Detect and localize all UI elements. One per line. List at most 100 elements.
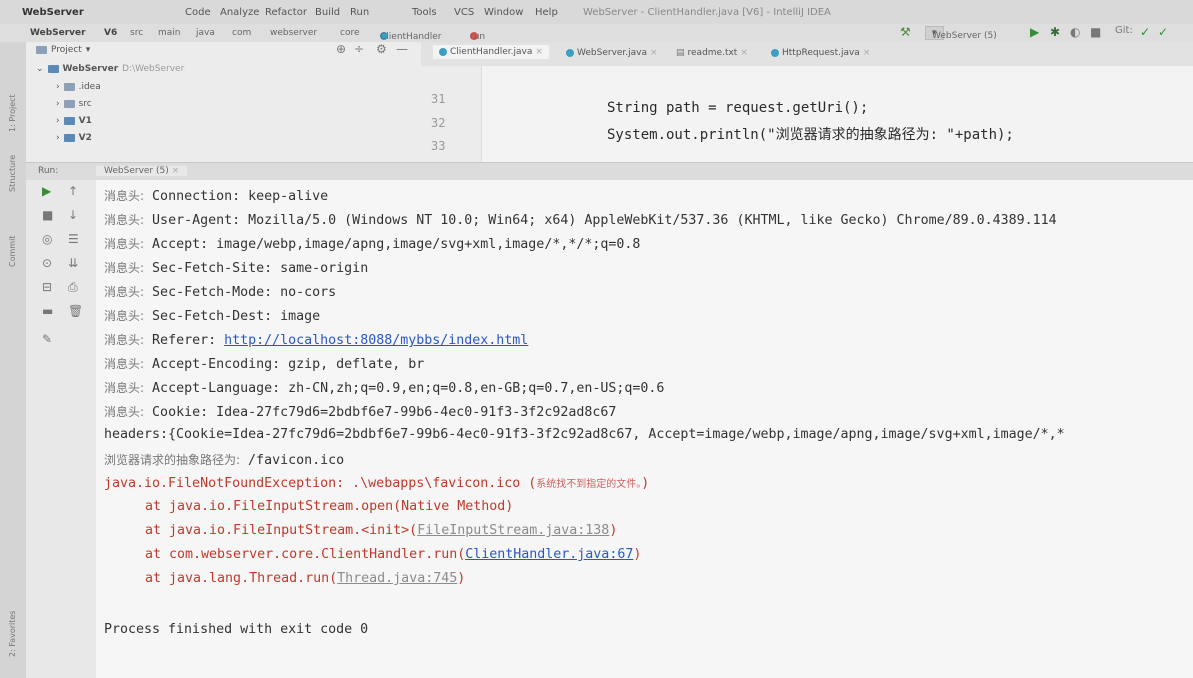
chevron-right-icon: ›: [56, 82, 60, 92]
breadcrumb: WebServer V6 src main java com webserver…: [0, 24, 1193, 42]
menu-help[interactable]: Help: [535, 7, 558, 18]
git-label-icon[interactable]: Git:: [1115, 25, 1133, 36]
project-tool-tab[interactable]: 1: Project: [8, 94, 17, 132]
line-number: 32: [431, 116, 446, 130]
close-icon[interactable]: ×: [863, 48, 871, 58]
stack-trace-link[interactable]: Thread.java:745: [337, 571, 457, 586]
stack-trace-link[interactable]: FileInputStream.java:138: [417, 523, 609, 538]
print-icon[interactable]: ⎙: [68, 280, 78, 295]
console-line: 消息头: Referer: http://localhost:8088/mybb…: [104, 333, 529, 348]
build-hammer-icon[interactable]: ⚒: [900, 25, 911, 39]
scroll-to-end-icon[interactable]: ⇊: [68, 256, 78, 270]
left-tool-strip: 1: Project Structure Commit 2: Favorites: [0, 42, 27, 678]
tab-web-server[interactable]: WebServer.java ×: [566, 48, 658, 58]
chevron-right-icon: ›: [56, 133, 60, 143]
tree-item[interactable]: › V1: [56, 116, 92, 126]
window-title: WebServer - ClientHandler.java [V6] - In…: [583, 7, 831, 18]
pin-icon[interactable]: ✎: [42, 332, 52, 346]
close-icon[interactable]: ×: [535, 47, 543, 57]
menu-bar: WebServer Code Analyze Refactor Build Ru…: [0, 0, 1193, 24]
favorites-tool-tab[interactable]: 2: Favorites: [8, 611, 17, 657]
camera-icon[interactable]: ⊙: [42, 256, 52, 270]
run-icon[interactable]: ▶: [1030, 25, 1039, 39]
class-icon: [566, 49, 574, 57]
menu-code[interactable]: Code: [185, 7, 211, 18]
editor-tabs: ClientHandler.java × WebServer.java × ▤ …: [421, 42, 1193, 66]
chevron-right-icon: ›: [56, 99, 60, 109]
menu-vcs[interactable]: VCS: [454, 7, 474, 18]
tab-client-handler[interactable]: ClientHandler.java ×: [433, 45, 549, 59]
stop-icon[interactable]: ■: [42, 208, 53, 222]
module-folder-icon: [63, 134, 75, 142]
tree-item[interactable]: › V2: [56, 133, 92, 143]
folder-icon: [63, 100, 75, 108]
breadcrumb-item[interactable]: webserver: [270, 28, 317, 38]
stack-trace-link[interactable]: ClientHandler.java:67: [465, 547, 633, 562]
console-line: 消息头: Sec-Fetch-Dest: image: [104, 309, 321, 324]
menu-run[interactable]: Run: [350, 7, 369, 18]
close-icon[interactable]: ×: [740, 48, 748, 58]
text-file-icon: ▤: [676, 48, 685, 58]
run-label: Run:: [38, 166, 59, 176]
tree-item[interactable]: › .idea: [56, 82, 101, 92]
class-icon: [439, 48, 447, 56]
line-number: 31: [431, 92, 446, 106]
referer-link[interactable]: http://localhost:8088/mybbs/index.html: [224, 333, 528, 348]
console-line: 消息头: Sec-Fetch-Site: same-origin: [104, 261, 369, 276]
menu-analyze[interactable]: Analyze: [220, 7, 259, 18]
breadcrumb-item[interactable]: src: [130, 28, 143, 38]
close-icon[interactable]: ×: [650, 48, 658, 58]
exit-icon[interactable]: ⊟: [42, 280, 52, 294]
restore-layout-icon[interactable]: ◎: [42, 232, 52, 246]
soft-wrap-icon[interactable]: ☰: [68, 232, 79, 246]
commit-check-icon[interactable]: ✓: [1158, 25, 1168, 39]
console-line: 消息头: Sec-Fetch-Mode: no-cors: [104, 285, 337, 300]
menu-build[interactable]: Build: [315, 7, 340, 18]
line-gutter: 31 32 33: [421, 66, 482, 162]
console-line: 消息头: Cookie: Idea-27fc79d6=2bdbf6e7-99b6…: [104, 405, 617, 420]
breadcrumb-item[interactable]: WebServer: [30, 28, 86, 38]
project-panel: Project ▾ ⊕ ÷ ⚙ — ⌄ WebServer D:\WebServ…: [26, 42, 421, 162]
breadcrumb-item[interactable]: core: [340, 28, 360, 38]
console-line: 消息头: User-Agent: Mozilla/5.0 (Windows NT…: [104, 213, 1057, 228]
locate-icon[interactable]: ⊕: [336, 42, 346, 56]
menu-window[interactable]: Window: [484, 7, 523, 18]
settings-gear-icon[interactable]: ⚙: [376, 42, 387, 56]
hide-icon[interactable]: —: [396, 42, 408, 56]
breadcrumb-item[interactable]: java: [196, 28, 215, 38]
run-tab[interactable]: WebServer (5) ×: [96, 166, 188, 176]
run-config-select[interactable]: WebServer (5) ▾: [925, 26, 997, 41]
console-line: 消息头: Accept-Language: zh-CN,zh;q=0.9,en;…: [104, 381, 665, 396]
breadcrumb-item[interactable]: V6: [104, 28, 117, 38]
breadcrumb-item[interactable]: main: [158, 28, 181, 38]
coverage-icon[interactable]: ◐: [1070, 25, 1080, 39]
menu-refactor[interactable]: Refactor: [265, 7, 307, 18]
tree-item[interactable]: › src: [56, 99, 92, 109]
structure-tool-tab[interactable]: Structure: [8, 155, 17, 192]
commit-tool-tab[interactable]: Commit: [8, 236, 17, 267]
rerun-icon[interactable]: ▶: [42, 184, 51, 198]
debug-icon[interactable]: ✱: [1050, 25, 1060, 39]
project-name: WebServer: [22, 7, 84, 18]
stack-trace-line: at java.io.FileInputStream.open(Native M…: [145, 499, 514, 514]
console-line: 消息头: Connection: keep-alive: [104, 189, 329, 204]
stop-icon[interactable]: ■: [1090, 25, 1101, 39]
layout-icon[interactable]: ▬: [42, 304, 53, 318]
tab-http-request[interactable]: HttpRequest.java ×: [771, 48, 870, 58]
stack-trace-line: at java.lang.Thread.run(Thread.java:745): [145, 571, 466, 586]
scroll-down-icon[interactable]: ↓: [68, 208, 78, 222]
check-icon[interactable]: ✓: [1140, 25, 1150, 39]
trash-icon[interactable]: 🗑: [68, 304, 83, 318]
project-panel-header[interactable]: Project ▾: [36, 45, 90, 55]
console-line: 消息头: Accept-Encoding: gzip, deflate, br: [104, 357, 425, 372]
project-panel-title: Project: [51, 45, 82, 55]
menu-tools[interactable]: Tools: [412, 7, 437, 18]
collapse-icon[interactable]: ÷: [354, 42, 364, 56]
scroll-up-icon[interactable]: ↑: [68, 184, 78, 198]
tree-root[interactable]: ⌄ WebServer D:\WebServer: [36, 64, 184, 74]
tab-readme[interactable]: ▤ readme.txt ×: [676, 48, 748, 58]
stack-trace-line: at com.webserver.core.ClientHandler.run(…: [145, 547, 642, 562]
close-icon[interactable]: ×: [172, 166, 180, 176]
breadcrumb-item[interactable]: com: [232, 28, 251, 38]
stack-trace-line: at java.io.FileInputStream.<init>(FileIn…: [145, 523, 618, 538]
